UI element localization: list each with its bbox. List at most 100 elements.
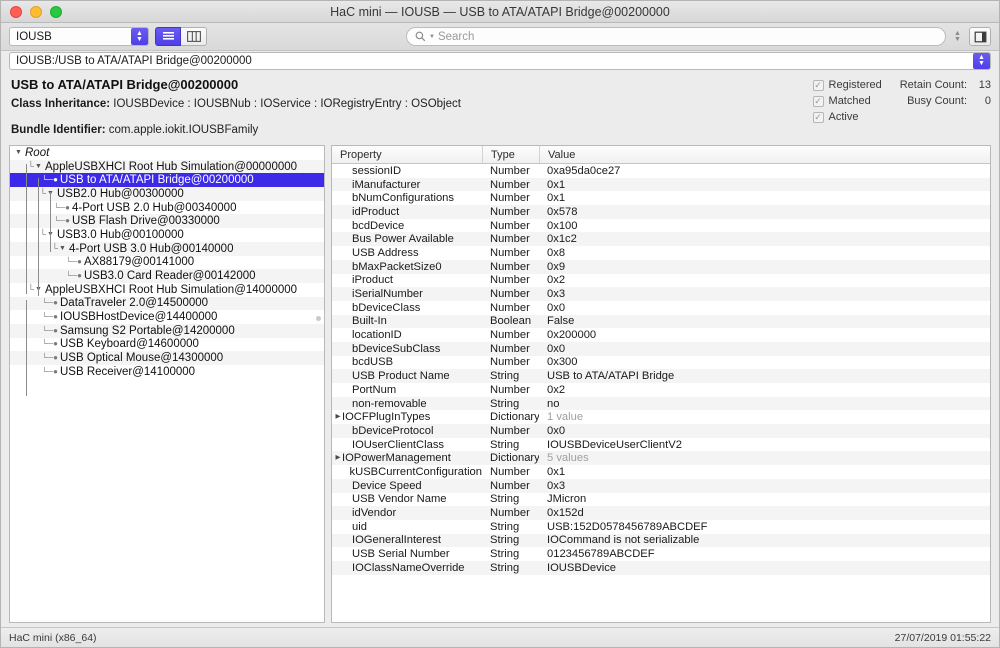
column-header-property[interactable]: Property <box>332 146 482 163</box>
property-row[interactable]: USB Product Name String USB to ATA/ATAPI B… <box>332 369 990 383</box>
property-row[interactable]: bDeviceSubClass Number 0x0 <box>332 341 990 356</box>
search-chevron-down-icon[interactable]: ▼ <box>429 34 435 40</box>
property-row[interactable]: iManufacturer Number 0x1 <box>332 177 990 192</box>
property-row[interactable]: ▶ IOPowerManagement Dictionary 5 values <box>332 451 990 466</box>
tree-row[interactable]: └─● USB to ATA/ATAPI Bridge@00200000 <box>10 173 324 188</box>
property-row[interactable]: non-removable String no <box>332 396 990 411</box>
property-type-cell: Number <box>490 178 530 191</box>
property-table-pane[interactable]: Property Type Value sessionID Number 0xa95… <box>331 145 991 623</box>
active-checkbox[interactable]: ✓ <box>812 111 824 123</box>
tree-branch-elbow-icon: └ <box>39 188 46 199</box>
path-stepper[interactable]: ▲ ▼ <box>973 53 990 69</box>
retain-count-label: Retain Count: <box>899 79 967 91</box>
disclosure-triangle-open-icon[interactable]: ▼ <box>34 286 43 293</box>
minimize-button[interactable] <box>30 5 42 18</box>
tree-row-label: Root <box>25 146 50 159</box>
column-header-value[interactable]: Value <box>539 146 990 163</box>
property-row[interactable]: idProduct Number 0x578 <box>332 205 990 219</box>
property-row[interactable]: iProduct Number 0x2 <box>332 274 990 288</box>
tree-row[interactable]: └ ▼ USB2.0 Hub@00300000 <box>10 187 324 201</box>
property-name: idProduct <box>352 205 400 218</box>
registered-checkbox[interactable]: ✓ <box>812 79 824 91</box>
property-row[interactable]: Bus Power Available Number 0x1c2 <box>332 232 990 247</box>
active-checkbox-row[interactable]: ✓ Active <box>812 111 882 123</box>
tree-row[interactable]: └─● USB Receiver@14100000 <box>10 365 324 379</box>
property-type-cell: Number <box>490 465 530 478</box>
disclosure-triangle-open-icon[interactable]: ▼ <box>14 149 23 156</box>
tree-row[interactable]: └─● USB Optical Mouse@14300000 <box>10 351 324 365</box>
disclosure-triangle-closed-icon[interactable]: ▶ <box>332 455 342 462</box>
property-row[interactable]: IOGeneralInterest String IOCommand is not … <box>332 533 990 548</box>
property-row[interactable]: PortNum Number 0x2 <box>332 383 990 397</box>
property-row[interactable]: IOUserClientClass String IOUSBDeviceUserCl… <box>332 438 990 452</box>
property-row[interactable]: Device Speed Number 0x3 <box>332 478 990 493</box>
tree-row[interactable]: └─● 4-Port USB 2.0 Hub@00340000 <box>10 201 324 215</box>
column-header-type[interactable]: Type <box>482 146 539 163</box>
tree-row[interactable]: └ ▼ AppleUSBXHCI Root Hub Simulation@00000… <box>10 159 324 174</box>
search-input[interactable]: ▼ Search <box>406 27 946 46</box>
matched-checkbox-row[interactable]: ✓ Matched <box>812 95 882 107</box>
tree-row[interactable]: └ ▼ 4-Port USB 3.0 Hub@00140000 <box>10 241 324 256</box>
property-row[interactable]: bDeviceProtocol Number 0x0 <box>332 424 990 438</box>
property-value-cell: 0x0 <box>547 342 566 355</box>
property-row[interactable]: uid String USB:152D0578456789ABCDEF <box>332 520 990 534</box>
disclosure-triangle-open-icon[interactable]: ▼ <box>46 190 55 197</box>
inspector-toggle-button[interactable] <box>969 27 991 46</box>
property-name-cell: kUSBCurrentConfiguration <box>332 466 482 478</box>
property-row[interactable]: bDeviceClass Number 0x0 <box>332 301 990 315</box>
tree-row[interactable]: └─● DataTraveler 2.0@14500000 <box>10 296 324 311</box>
path-input[interactable]: IOUSB:/USB to ATA/ATAPI Bridge@00200000 … <box>9 52 991 70</box>
property-type-cell: String <box>490 520 520 533</box>
property-row[interactable]: idVendor Number 0x152d <box>332 506 990 520</box>
plane-select-stepper[interactable]: ▲ ▼ <box>131 28 148 45</box>
zoom-button[interactable] <box>50 5 62 18</box>
retain-count-value: 13 <box>978 79 991 91</box>
property-row[interactable]: ▶ IOCFPlugInTypes Dictionary 1 value <box>332 410 990 424</box>
registry-tree[interactable]: ▼ Root └ ▼ AppleUSBXHCI Root Hub Simulation@… <box>10 146 324 379</box>
property-row[interactable]: iSerialNumber Number 0x3 <box>332 287 990 301</box>
property-row[interactable]: USB Vendor Name String JMicron <box>332 493 990 507</box>
tree-row[interactable]: └ ▼ AppleUSBXHCI Root Hub Simulation@14000… <box>10 283 324 297</box>
property-table-body[interactable]: sessionID Number 0xa95da0ce27 iManufacturer… <box>332 164 990 622</box>
property-row[interactable]: sessionID Number 0xa95da0ce27 <box>332 164 990 178</box>
property-row[interactable]: Built-In Boolean False <box>332 314 990 329</box>
tree-row[interactable]: ▼ Root <box>10 146 324 160</box>
disclosure-triangle-open-icon[interactable]: ▼ <box>46 231 55 238</box>
tree-row[interactable]: └─● AX88179@00141000 <box>10 256 324 270</box>
property-row[interactable]: locationID Number 0x200000 <box>332 328 990 342</box>
property-name-cell: sessionID <box>332 165 482 177</box>
property-name-cell: IOGeneralInterest <box>332 534 482 546</box>
registered-checkbox-row[interactable]: ✓ Registered <box>812 79 882 91</box>
property-row[interactable]: USB Serial Number String 0123456789ABCDEF <box>332 547 990 561</box>
tree-row[interactable]: └─● USB Keyboard@14600000 <box>10 338 324 352</box>
disclosure-triangle-closed-icon[interactable]: ▶ <box>332 413 342 421</box>
disclosure-triangle-open-icon[interactable]: ▼ <box>34 163 43 170</box>
disclosure-triangle-open-icon[interactable]: ▼ <box>58 245 67 252</box>
property-row[interactable]: bNumConfigurations Number 0x1 <box>332 191 990 205</box>
close-button[interactable] <box>10 5 22 18</box>
plane-select[interactable]: IOUSB ▲ ▼ <box>9 27 149 46</box>
tree-row[interactable]: └─● USB Flash Drive@00330000 <box>10 214 324 229</box>
tree-branch-elbow-icon: └ <box>39 229 46 240</box>
property-row[interactable]: bMaxPacketSize0 Number 0x9 <box>332 259 990 274</box>
property-row[interactable]: bcdUSB Number 0x300 <box>332 356 990 370</box>
property-name: Bus Power Available <box>352 233 454 246</box>
property-value-cell: False <box>547 315 575 328</box>
active-label: Active <box>828 111 859 123</box>
tree-row[interactable]: └─● IOUSBHostDevice@14400000 <box>10 310 324 324</box>
property-row[interactable]: bcdDevice Number 0x100 <box>332 219 990 233</box>
property-type-cell: Number <box>490 301 530 314</box>
property-row[interactable]: IOClassNameOverride String IOUSBDevice <box>332 560 990 575</box>
matched-checkbox[interactable]: ✓ <box>812 95 824 107</box>
tree-scroll-knob[interactable] <box>316 316 321 321</box>
column-view-button[interactable] <box>181 27 207 46</box>
tree-row[interactable]: └─● Samsung S2 Portable@14200000 <box>10 323 324 338</box>
registry-tree-pane[interactable]: ▼ Root └ ▼ AppleUSBXHCI Root Hub Simulation@… <box>9 145 325 623</box>
tree-row[interactable]: └ ▼ USB3.0 Hub@00100000 <box>10 228 324 242</box>
search-scope-stepper[interactable]: ▲ ▼ <box>951 27 964 46</box>
tree-row[interactable]: └─● USB3.0 Card Reader@00142000 <box>10 269 324 283</box>
list-view-button[interactable] <box>155 27 181 46</box>
property-row[interactable]: kUSBCurrentConfiguration Number 0x1 <box>332 465 990 479</box>
property-row[interactable]: USB Address Number 0x8 <box>332 246 990 260</box>
property-value-cell: 0x3 <box>547 479 566 492</box>
